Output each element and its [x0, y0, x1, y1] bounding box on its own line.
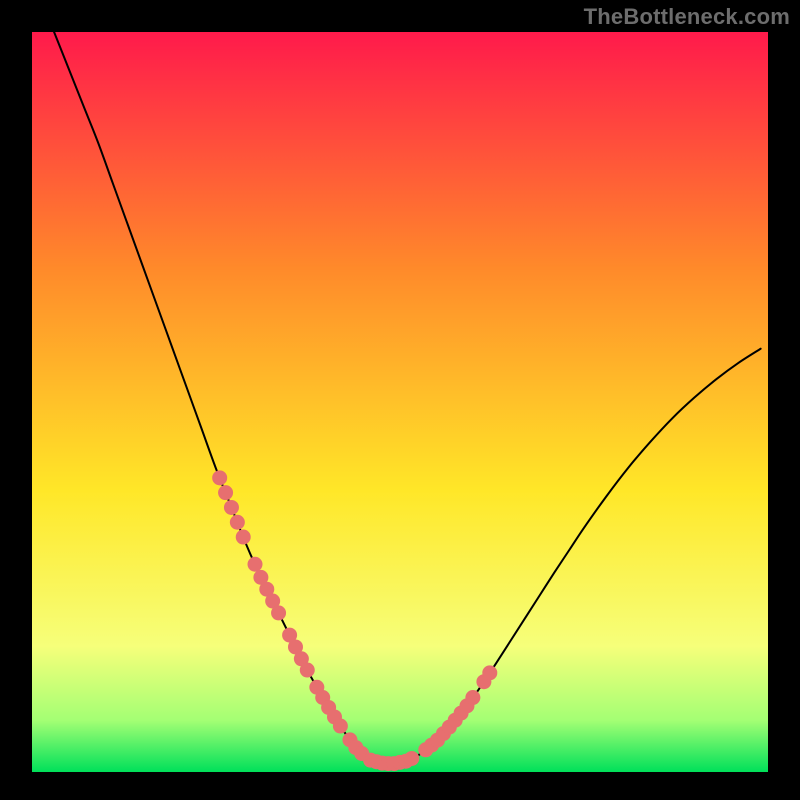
valley-dot [465, 690, 480, 705]
valley-dot [404, 751, 419, 766]
valley-dot [218, 485, 233, 500]
plot-background [32, 32, 768, 772]
valley-dot [236, 530, 251, 545]
valley-dot [230, 515, 245, 530]
valley-dot [212, 470, 227, 485]
watermark-text: TheBottleneck.com [584, 4, 790, 30]
valley-dot [300, 663, 315, 678]
bottleneck-chart [0, 0, 800, 800]
valley-dot [271, 605, 286, 620]
valley-dot [482, 665, 497, 680]
valley-dot [248, 557, 263, 572]
valley-dot [333, 719, 348, 734]
valley-dot [224, 500, 239, 515]
chart-frame: TheBottleneck.com [0, 0, 800, 800]
